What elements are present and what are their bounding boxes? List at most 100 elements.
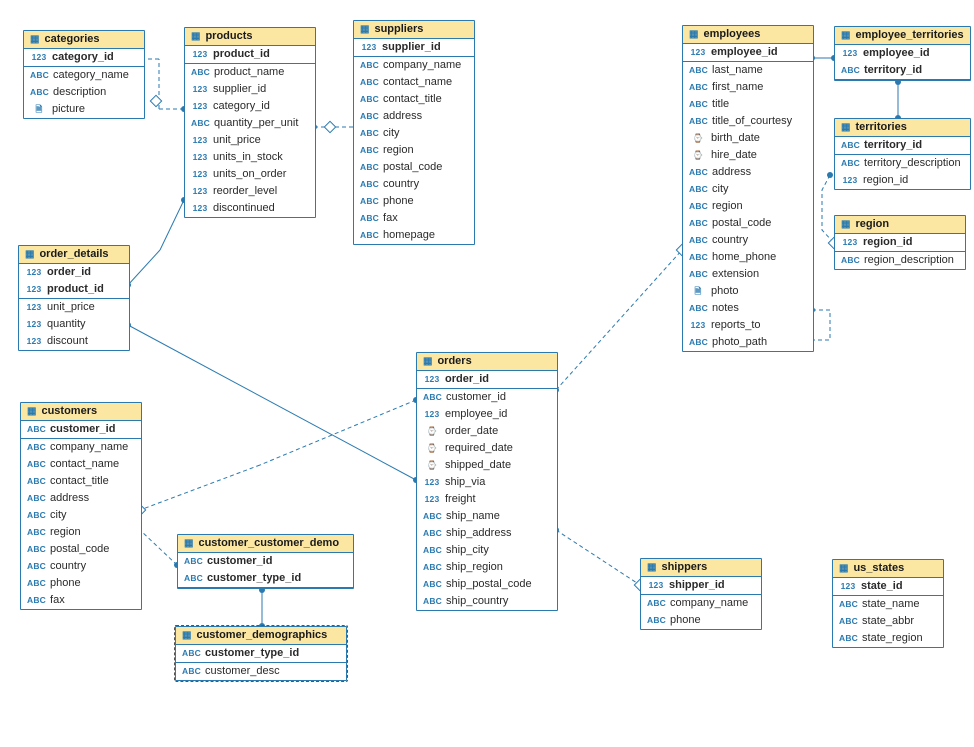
table-header[interactable]: ▦suppliers (354, 21, 474, 39)
column-region_id[interactable]: 123region_id (835, 234, 965, 252)
column-supplier_id[interactable]: 123supplier_id (185, 81, 315, 98)
column-region[interactable]: ABCregion (683, 198, 813, 215)
column-description[interactable]: ABCdescription (24, 84, 144, 101)
column-order_id[interactable]: 123order_id (19, 264, 129, 281)
column-unit_price[interactable]: 123unit_price (185, 132, 315, 149)
column-city[interactable]: ABCcity (354, 125, 474, 142)
column-customer_desc[interactable]: ABCcustomer_desc (176, 663, 346, 680)
table-header[interactable]: ▦categories (24, 31, 144, 49)
column-phone[interactable]: ABCphone (21, 575, 141, 592)
table-shippers[interactable]: ▦shippers123shipper_idABCcompany_nameABC… (640, 558, 762, 630)
column-discontinued[interactable]: 123discontinued (185, 200, 315, 217)
table-employee_territories[interactable]: ▦employee_territories123employee_idABCte… (834, 26, 971, 81)
table-order_details[interactable]: ▦order_details123order_id123product_id12… (18, 245, 130, 351)
column-customer_id[interactable]: ABCcustomer_id (21, 421, 141, 439)
column-required_date[interactable]: ⌚required_date (417, 440, 557, 457)
column-ship_city[interactable]: ABCship_city (417, 542, 557, 559)
column-category_id[interactable]: 123category_id (185, 98, 315, 115)
column-customer_id[interactable]: ABCcustomer_id (417, 389, 557, 406)
column-order_date[interactable]: ⌚order_date (417, 423, 557, 440)
column-customer_type_id[interactable]: ABCcustomer_type_id (178, 570, 353, 588)
column-postal_code[interactable]: ABCpostal_code (683, 215, 813, 232)
column-company_name[interactable]: ABCcompany_name (641, 595, 761, 612)
column-contact_title[interactable]: ABCcontact_title (354, 91, 474, 108)
column-homepage[interactable]: ABChomepage (354, 227, 474, 244)
column-units_on_order[interactable]: 123units_on_order (185, 166, 315, 183)
column-employee_id[interactable]: 123employee_id (683, 44, 813, 62)
column-category_name[interactable]: ABCcategory_name (24, 67, 144, 84)
column-company_name[interactable]: ABCcompany_name (21, 439, 141, 456)
table-header[interactable]: ▦territories (835, 119, 970, 137)
table-orders[interactable]: ▦orders123order_idABCcustomer_id123emplo… (416, 352, 558, 611)
column-product_id[interactable]: 123product_id (185, 46, 315, 64)
column-photo[interactable]: 🗎photo (683, 283, 813, 300)
table-customer_customer_demo[interactable]: ▦customer_customer_demoABCcustomer_idABC… (177, 534, 354, 589)
table-header[interactable]: ▦customers (21, 403, 141, 421)
column-state_id[interactable]: 123state_id (833, 578, 943, 596)
column-photo_path[interactable]: ABCphoto_path (683, 334, 813, 351)
column-title[interactable]: ABCtitle (683, 96, 813, 113)
column-freight[interactable]: 123freight (417, 491, 557, 508)
column-territory_id[interactable]: ABCterritory_id (835, 137, 970, 155)
column-contact_name[interactable]: ABCcontact_name (21, 456, 141, 473)
column-product_id[interactable]: 123product_id (19, 281, 129, 299)
column-contact_name[interactable]: ABCcontact_name (354, 74, 474, 91)
column-quantity[interactable]: 123quantity (19, 316, 129, 333)
table-header[interactable]: ▦employees (683, 26, 813, 44)
column-product_name[interactable]: ABCproduct_name (185, 64, 315, 81)
column-territory_description[interactable]: ABCterritory_description (835, 155, 970, 172)
column-home_phone[interactable]: ABChome_phone (683, 249, 813, 266)
column-address[interactable]: ABCaddress (21, 490, 141, 507)
table-categories[interactable]: ▦categories123category_idABCcategory_nam… (23, 30, 145, 119)
table-products[interactable]: ▦products123product_idABCproduct_name123… (184, 27, 316, 218)
column-state_abbr[interactable]: ABCstate_abbr (833, 613, 943, 630)
column-category_id[interactable]: 123category_id (24, 49, 144, 67)
table-us_states[interactable]: ▦us_states123state_idABCstate_nameABCsta… (832, 559, 944, 648)
column-ship_address[interactable]: ABCship_address (417, 525, 557, 542)
column-unit_price[interactable]: 123unit_price (19, 299, 129, 316)
column-territory_id[interactable]: ABCterritory_id (835, 62, 970, 80)
column-state_region[interactable]: ABCstate_region (833, 630, 943, 647)
column-phone[interactable]: ABCphone (641, 612, 761, 629)
column-order_id[interactable]: 123order_id (417, 371, 557, 389)
column-picture[interactable]: 🗎picture (24, 101, 144, 118)
column-address[interactable]: ABCaddress (683, 164, 813, 181)
table-header[interactable]: ▦region (835, 216, 965, 234)
column-company_name[interactable]: ABCcompany_name (354, 57, 474, 74)
column-country[interactable]: ABCcountry (354, 176, 474, 193)
table-employees[interactable]: ▦employees123employee_idABClast_nameABCf… (682, 25, 814, 352)
column-state_name[interactable]: ABCstate_name (833, 596, 943, 613)
column-fax[interactable]: ABCfax (354, 210, 474, 227)
column-reorder_level[interactable]: 123reorder_level (185, 183, 315, 200)
column-last_name[interactable]: ABClast_name (683, 62, 813, 79)
table-header[interactable]: ▦employee_territories (835, 27, 970, 45)
column-extension[interactable]: ABCextension (683, 266, 813, 283)
column-reports_to[interactable]: 123reports_to (683, 317, 813, 334)
table-header[interactable]: ▦orders (417, 353, 557, 371)
column-phone[interactable]: ABCphone (354, 193, 474, 210)
column-first_name[interactable]: ABCfirst_name (683, 79, 813, 96)
column-address[interactable]: ABCaddress (354, 108, 474, 125)
column-shipper_id[interactable]: 123shipper_id (641, 577, 761, 595)
column-ship_name[interactable]: ABCship_name (417, 508, 557, 525)
table-header[interactable]: ▦customer_customer_demo (178, 535, 353, 553)
column-ship_region[interactable]: ABCship_region (417, 559, 557, 576)
column-units_in_stock[interactable]: 123units_in_stock (185, 149, 315, 166)
column-ship_postal_code[interactable]: ABCship_postal_code (417, 576, 557, 593)
column-discount[interactable]: 123discount (19, 333, 129, 350)
column-quantity_per_unit[interactable]: ABCquantity_per_unit (185, 115, 315, 132)
column-hire_date[interactable]: ⌚hire_date (683, 147, 813, 164)
column-title_of_courtesy[interactable]: ABCtitle_of_courtesy (683, 113, 813, 130)
column-shipped_date[interactable]: ⌚shipped_date (417, 457, 557, 474)
column-ship_country[interactable]: ABCship_country (417, 593, 557, 610)
column-country[interactable]: ABCcountry (683, 232, 813, 249)
column-postal_code[interactable]: ABCpostal_code (354, 159, 474, 176)
column-employee_id[interactable]: 123employee_id (417, 406, 557, 423)
column-employee_id[interactable]: 123employee_id (835, 45, 970, 62)
table-suppliers[interactable]: ▦suppliers123supplier_idABCcompany_nameA… (353, 20, 475, 245)
table-territories[interactable]: ▦territoriesABCterritory_idABCterritory_… (834, 118, 971, 190)
column-supplier_id[interactable]: 123supplier_id (354, 39, 474, 57)
table-header[interactable]: ▦products (185, 28, 315, 46)
column-region_description[interactable]: ABCregion_description (835, 252, 965, 269)
column-fax[interactable]: ABCfax (21, 592, 141, 609)
